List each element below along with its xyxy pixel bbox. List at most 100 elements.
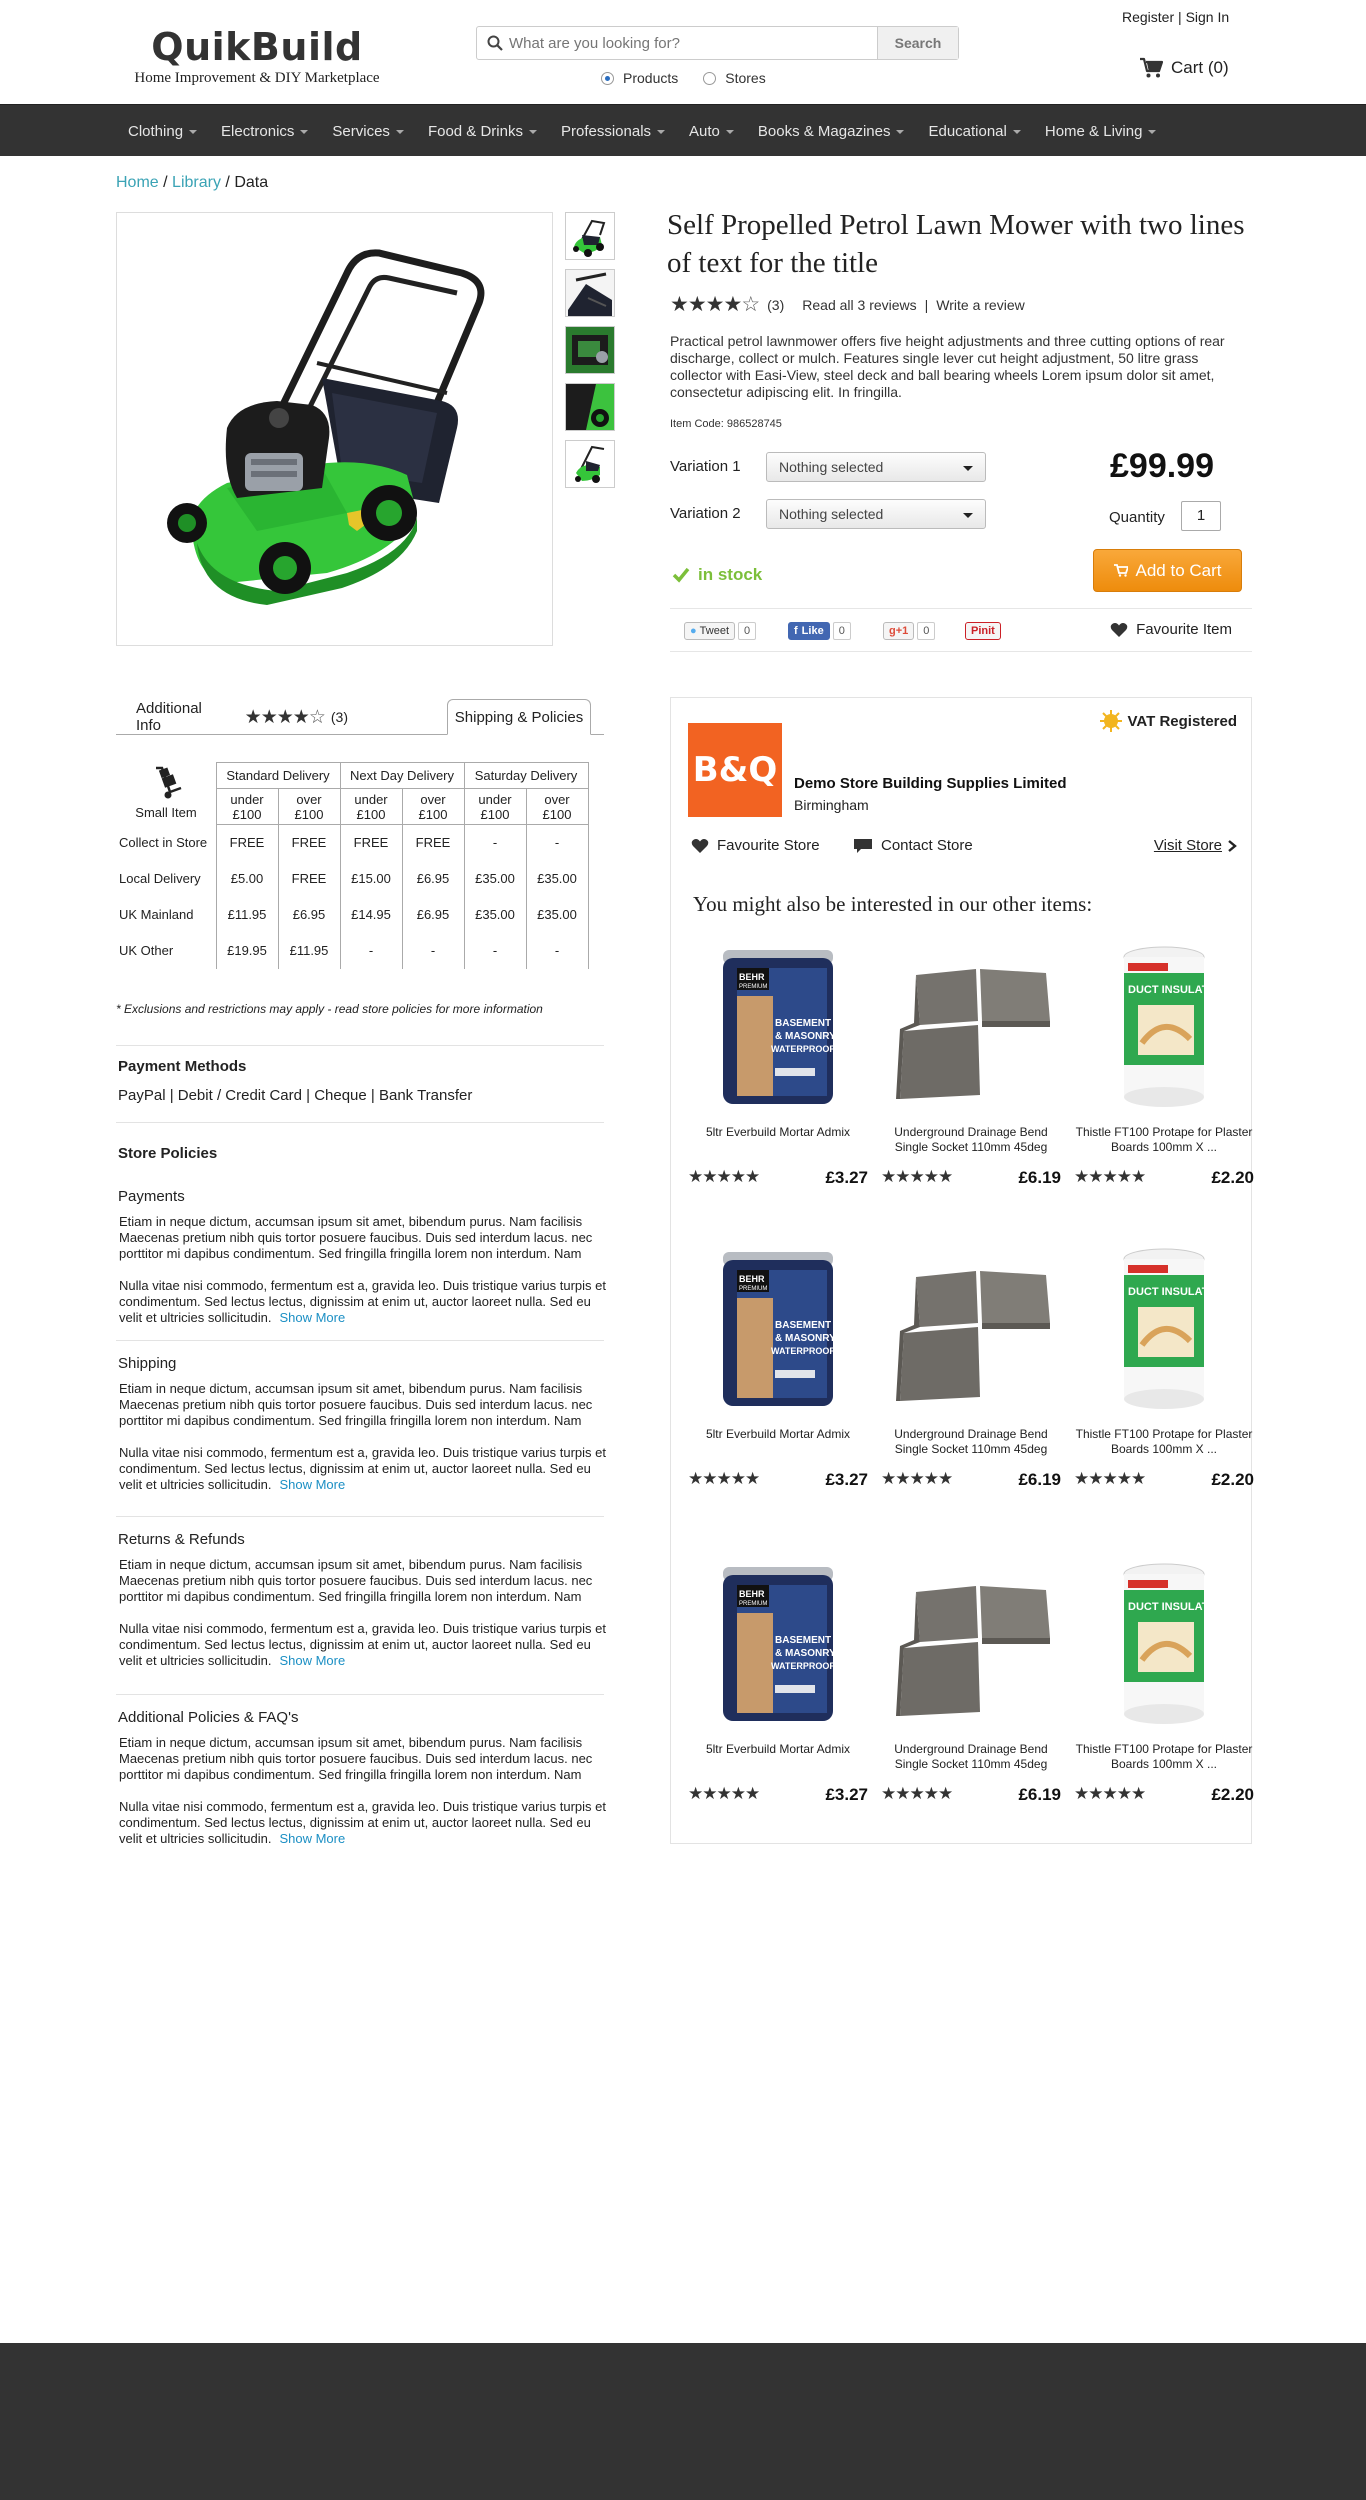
shipping-cell: £6.95 <box>401 860 465 897</box>
suggested-product-name[interactable]: 5ltr Everbuild Mortar Admix <box>688 1125 868 1140</box>
svg-text:BASEMENT: BASEMENT <box>775 1018 831 1029</box>
contact-store-button[interactable]: Contact Store <box>853 837 973 854</box>
radio-stores-circle[interactable] <box>703 71 717 85</box>
variation-2-select[interactable]: Nothing selected <box>766 499 986 529</box>
register-link[interactable]: Register <box>1122 9 1174 25</box>
shipping-cell: FREE <box>277 860 341 897</box>
paving-tile-image[interactable] <box>881 1560 1061 1730</box>
show-more-link[interactable]: Show More <box>279 1310 345 1325</box>
star-filled-icon: ★ <box>1131 1469 1146 1488</box>
favourite-item-button[interactable]: Favourite Item <box>1110 621 1232 638</box>
show-more-link[interactable]: Show More <box>279 1831 345 1846</box>
suggested-product-name[interactable]: Thistle FT100 Protape for Plaster Boards… <box>1074 1742 1254 1772</box>
tweet-share[interactable]: ● Tweet 0 <box>684 622 757 640</box>
star-filled-icon: ★ <box>938 1784 953 1803</box>
policy-paragraph-text: Nulla vitae nisi commodo, fermentum est … <box>119 1278 606 1325</box>
insulation-roll-image[interactable]: DUCT INSULATION <box>1074 1245 1254 1415</box>
star-filled-icon: ★ <box>1116 1167 1132 1186</box>
add-to-cart-button[interactable]: Add to Cart <box>1093 549 1242 592</box>
insulation-roll-image[interactable]: DUCT INSULATION <box>1074 943 1254 1113</box>
store-logo[interactable]: B&Q <box>688 723 782 817</box>
pinit-button[interactable]: Pinit <box>965 622 1001 640</box>
quantity-input[interactable]: 1 <box>1181 501 1221 531</box>
suggested-product-name[interactable]: Underground Drainage Bend Single Socket … <box>881 1742 1061 1772</box>
favourite-store-button[interactable]: Favourite Store <box>691 837 820 854</box>
policy-paragraph-text: Nulla vitae nisi commodo, fermentum est … <box>119 1799 606 1846</box>
insulation-roll-image[interactable]: DUCT INSULATION <box>1074 1560 1254 1730</box>
nav-item-food-drinks[interactable]: Food & Drinks <box>416 105 549 157</box>
suggested-product-name[interactable]: Underground Drainage Bend Single Socket … <box>881 1125 1061 1155</box>
tweet-button[interactable]: ● Tweet <box>684 622 736 640</box>
star-filled-icon: ★ <box>909 1167 925 1186</box>
paint-can-image[interactable]: BEHR PREMIUM BASEMENT & MASONRY WATERPROOFER <box>688 943 868 1113</box>
nav-item-home-living[interactable]: Home & Living <box>1033 105 1169 157</box>
star-filled-icon: ★ <box>1116 1784 1132 1803</box>
nav-item-clothing[interactable]: Clothing <box>116 105 209 157</box>
shipping-cell: £35.00 <box>525 860 589 897</box>
nav-item-electronics[interactable]: Electronics <box>209 105 320 157</box>
like-button[interactable]: f Like <box>788 622 830 640</box>
paving-tile-image[interactable] <box>881 1245 1061 1415</box>
seal-icon <box>1099 710 1122 732</box>
star-filled-icon: ★ <box>702 1784 717 1803</box>
show-more-link[interactable]: Show More <box>279 1653 345 1668</box>
thumbnail[interactable] <box>565 326 615 374</box>
suggested-product-name[interactable]: Thistle FT100 Protape for Plaster Boards… <box>1074 1427 1254 1457</box>
thumbnail[interactable] <box>565 269 615 317</box>
svg-text:PREMIUM: PREMIUM <box>739 1601 767 1607</box>
product-rating-row: ★ ★ ★ ★ ☆ (3) Read all 3 reviews | Write a r… <box>670 292 1025 317</box>
suggested-product-price: £6.19 <box>1018 1168 1061 1187</box>
thumbnail[interactable] <box>565 383 615 431</box>
logo-name: QuikBuild <box>151 25 363 69</box>
search-input[interactable] <box>509 28 849 58</box>
visit-store-link[interactable]: Visit Store <box>1154 837 1237 854</box>
radio-products[interactable]: Products <box>601 70 678 86</box>
radio-products-circle[interactable] <box>601 71 614 85</box>
search-button[interactable]: Search <box>877 27 958 59</box>
suggested-product-name[interactable]: Thistle FT100 Protape for Plaster Boards… <box>1074 1125 1254 1155</box>
suggested-product-rating: ★★★★★ <box>881 1167 953 1187</box>
write-review-link[interactable]: Write a review <box>936 297 1024 313</box>
cart-link[interactable]: Cart (0) <box>1139 57 1229 79</box>
nav-item-books-magazines[interactable]: Books & Magazines <box>746 105 917 157</box>
shipping-cell: £5.00 <box>215 860 279 897</box>
paving-tile-image[interactable] <box>881 943 1061 1113</box>
store-panel: VAT Registered B&Q Demo Store Building S… <box>670 697 1254 1844</box>
nav-item-professionals[interactable]: Professionals <box>549 105 677 157</box>
sign-in-link[interactable]: Sign In <box>1186 9 1230 25</box>
read-reviews-link[interactable]: Read all 3 reviews <box>802 297 916 313</box>
paint-can-image[interactable]: BEHR PREMIUM BASEMENT & MASONRY WATERPROOFER <box>688 1560 868 1730</box>
main-product-image[interactable] <box>116 212 553 646</box>
tab-additional-info[interactable]: Additional Info ★ ★ ★ ★ ☆ (3) <box>136 699 348 735</box>
site-logo[interactable]: QuikBuild Home Improvement & DIY Marketp… <box>122 26 392 87</box>
vat-label: VAT Registered <box>1127 712 1237 730</box>
breadcrumb-home[interactable]: Home <box>116 174 159 191</box>
tab-shipping-policies[interactable]: Shipping & Policies <box>447 699 591 735</box>
suggested-product-price: £2.20 <box>1211 1785 1254 1804</box>
breadcrumb-library[interactable]: Library <box>172 174 221 191</box>
paint-can-image[interactable]: BEHR PREMIUM BASEMENT & MASONRY WATERPROOFER <box>688 1245 868 1415</box>
variation-1-select[interactable]: Nothing selected <box>766 452 986 482</box>
store-name[interactable]: Demo Store Building Supplies Limited <box>794 775 1067 792</box>
show-more-link[interactable]: Show More <box>279 1477 345 1492</box>
nav-item-label: Clothing <box>128 122 184 140</box>
check-icon <box>672 567 690 583</box>
suggested-product-name[interactable]: Underground Drainage Bend Single Socket … <box>881 1427 1061 1457</box>
cart-icon <box>1140 57 1163 78</box>
facebook-like[interactable]: f Like 0 <box>788 622 851 640</box>
thumbnail[interactable] <box>565 440 615 488</box>
svg-text:BASEMENT: BASEMENT <box>775 1320 831 1331</box>
nav-item-services[interactable]: Services <box>320 105 416 157</box>
suggested-product-rating: ★★★★★ <box>881 1469 953 1489</box>
nav-item-auto[interactable]: Auto <box>677 105 746 157</box>
add-to-cart-label: Add to Cart <box>1135 560 1222 580</box>
star-filled-icon: ★ <box>702 1469 717 1488</box>
suggested-product-name[interactable]: 5ltr Everbuild Mortar Admix <box>688 1427 868 1442</box>
pinterest-share[interactable]: Pinit <box>965 622 1001 640</box>
gplus-button[interactable]: g +1 <box>883 622 915 640</box>
radio-stores[interactable]: Stores <box>703 70 766 86</box>
gplus-share[interactable]: g +1 0 <box>883 622 936 640</box>
suggested-product-name[interactable]: 5ltr Everbuild Mortar Admix <box>688 1742 868 1757</box>
nav-item-educational[interactable]: Educational <box>916 105 1032 157</box>
thumbnail[interactable] <box>565 212 615 260</box>
